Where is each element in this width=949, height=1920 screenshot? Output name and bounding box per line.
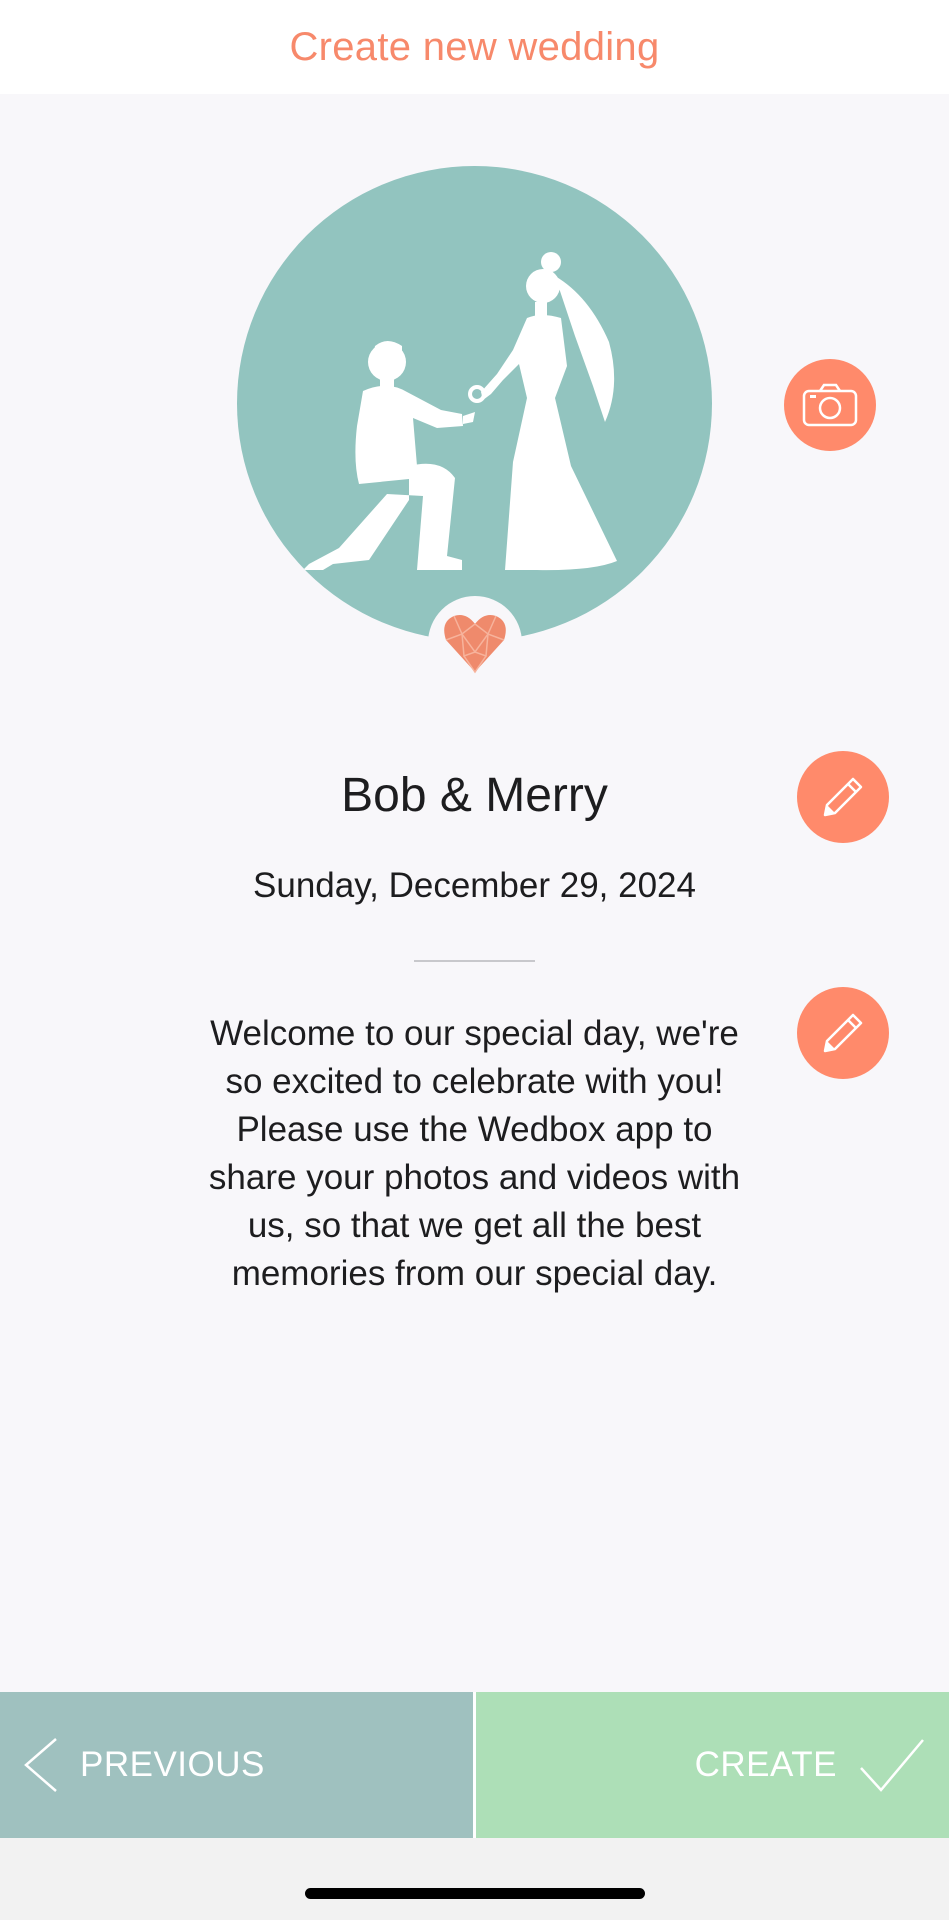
change-photo-button[interactable] (784, 359, 876, 451)
pencil-icon (823, 777, 863, 817)
home-indicator-area (0, 1838, 949, 1920)
wedding-date: Sunday, December 29, 2024 (253, 866, 696, 905)
chevron-left-icon (24, 1738, 57, 1792)
couple-photo[interactable] (237, 166, 712, 641)
heart-icon (444, 615, 506, 674)
checkmark-icon (860, 1739, 924, 1792)
divider (414, 960, 535, 962)
create-button[interactable]: CREATE (476, 1692, 949, 1838)
create-label: CREATE (694, 1745, 837, 1784)
edit-names-button[interactable] (797, 751, 889, 843)
top-bar: Create new wedding (0, 0, 949, 94)
previous-button[interactable]: PREVIOUS (0, 1692, 473, 1838)
home-indicator[interactable] (305, 1888, 645, 1899)
pencil-icon (823, 1013, 863, 1053)
page-title: Create new wedding (289, 24, 660, 69)
welcome-message: Welcome to our special day, we're so exc… (208, 1014, 741, 1293)
bottom-action-bar: PREVIOUS CREATE (0, 1692, 949, 1838)
edit-welcome-button[interactable] (797, 987, 889, 1079)
camera-icon (802, 383, 858, 427)
previous-label: PREVIOUS (80, 1745, 265, 1784)
couple-proposal-illustration (303, 252, 617, 571)
heart-badge (428, 596, 522, 690)
